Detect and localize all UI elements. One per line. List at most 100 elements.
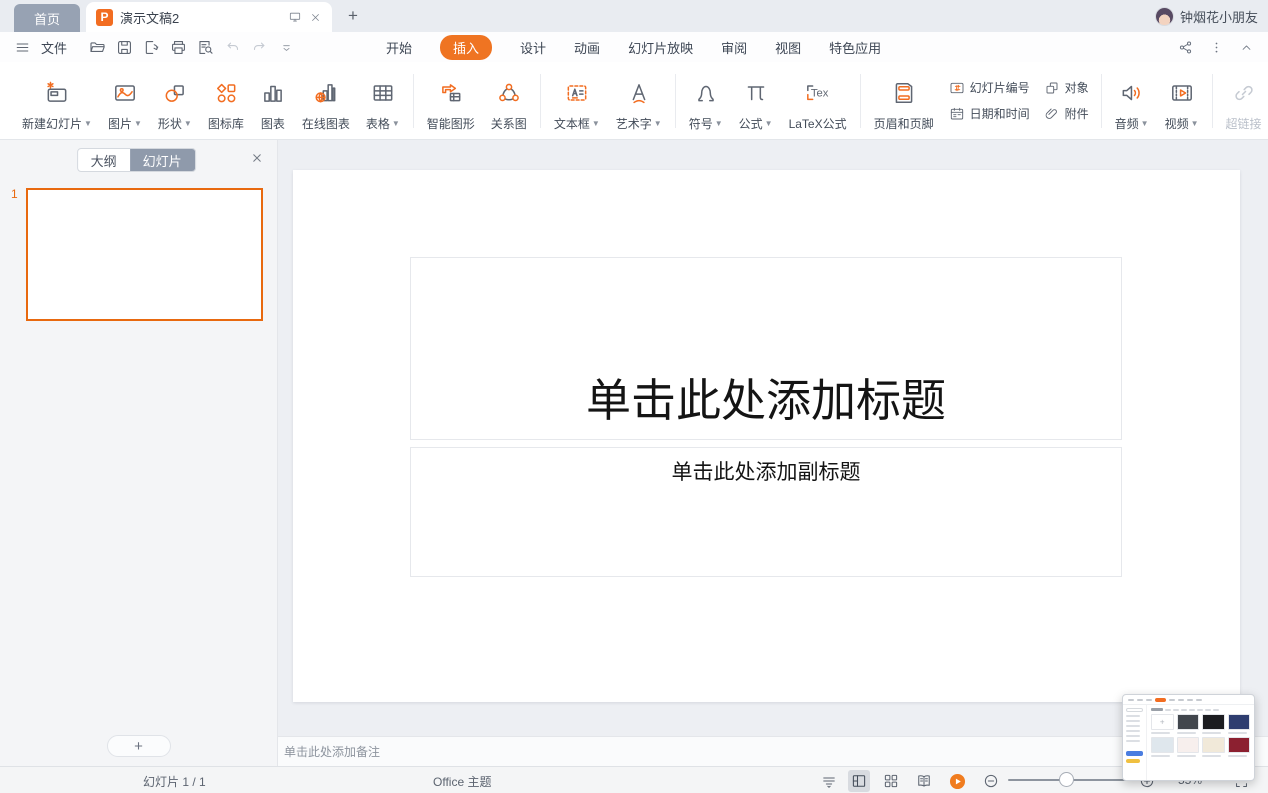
reading-view-icon[interactable]	[913, 770, 935, 792]
latex-formula-button[interactable]: Tex LaTeX公式	[781, 70, 855, 132]
open-icon[interactable]	[87, 37, 107, 57]
play-slideshow-icon[interactable]	[946, 770, 968, 792]
header-footer-label: 页眉和页脚	[874, 115, 934, 132]
new-slide-label: 新建幻灯片	[22, 115, 82, 132]
document-tab[interactable]: P 演示文稿2	[86, 2, 332, 32]
outline-tab[interactable]: 大纲	[78, 149, 130, 171]
template-card	[1177, 714, 1200, 734]
date-time-label: 日期和时间	[970, 105, 1030, 122]
notes-toggle-icon[interactable]	[818, 770, 840, 792]
tab-special-apps[interactable]: 特色应用	[829, 38, 881, 57]
tab-slideshow[interactable]: 幻灯片放映	[628, 38, 693, 57]
slide-sorter-view-icon[interactable]	[880, 770, 902, 792]
shapes-label: 形状	[158, 115, 182, 132]
save-icon[interactable]	[114, 37, 134, 57]
enter-workspace-icon[interactable]	[288, 10, 302, 24]
date-time-button[interactable]: 日期和时间	[949, 105, 1030, 122]
attachment-button[interactable]: 附件	[1044, 105, 1089, 122]
symbol-omega-icon	[693, 78, 719, 108]
ribbon-divider	[540, 74, 541, 128]
audio-label: 音频	[1115, 115, 1139, 132]
slide-number-label: 幻灯片编号	[970, 79, 1030, 96]
preview-secondary-button	[1126, 759, 1140, 763]
ribbon-divider	[675, 74, 676, 128]
new-slide-button[interactable]: 新建幻灯片▼	[14, 70, 100, 132]
undo-icon[interactable]	[222, 37, 242, 57]
chart-icon	[260, 78, 286, 108]
title-placeholder[interactable]: 单击此处添加标题	[410, 257, 1122, 440]
table-button[interactable]: 表格▼	[358, 70, 408, 132]
tab-review[interactable]: 审阅	[721, 38, 747, 57]
word-art-label: 艺术字	[616, 115, 652, 132]
preview-tab-bar	[1123, 695, 1254, 705]
theme-name[interactable]: Office 主题	[433, 773, 491, 790]
tab-design[interactable]: 设计	[520, 38, 546, 57]
user-avatar	[1155, 7, 1174, 26]
user-account[interactable]: 钟烟花小朋友	[1155, 0, 1258, 32]
hyperlink-label: 超链接	[1226, 115, 1262, 132]
preview-primary-button	[1126, 751, 1143, 756]
global-menu-icon[interactable]	[14, 39, 31, 56]
tab-view[interactable]: 视图	[775, 38, 801, 57]
slide-thumbnail[interactable]	[26, 188, 263, 321]
text-box-button[interactable]: 文本框▼	[546, 70, 608, 132]
share-icon[interactable]	[1177, 39, 1194, 56]
customize-quickbar-icon[interactable]	[276, 37, 296, 57]
redo-icon[interactable]	[249, 37, 269, 57]
zoom-slider-handle[interactable]	[1059, 772, 1074, 787]
close-tab-icon[interactable]	[309, 11, 322, 24]
icon-library-button[interactable]: 图标库	[200, 70, 252, 132]
online-chart-button[interactable]: 在线图表	[294, 70, 358, 132]
dropdown-caret: ▼	[392, 119, 400, 128]
chart-button[interactable]: 图表	[252, 70, 294, 132]
add-slide-button[interactable]: +	[107, 735, 171, 757]
new-tab-button[interactable]: +	[342, 4, 364, 28]
tab-start[interactable]: 开始	[386, 38, 412, 57]
ribbon-divider	[1101, 74, 1102, 128]
tab-insert[interactable]: 插入	[440, 35, 492, 60]
notes-input[interactable]: 单击此处添加备注	[278, 736, 1268, 766]
more-options-icon[interactable]	[1209, 40, 1224, 55]
shapes-icon	[162, 78, 188, 108]
slide-canvas[interactable]: 单击此处添加标题 单击此处添加副标题	[293, 170, 1240, 702]
subtitle-placeholder[interactable]: 单击此处添加副标题	[410, 447, 1122, 577]
dropdown-caret: ▼	[765, 119, 773, 128]
dropdown-caret: ▼	[654, 119, 662, 128]
table-icon	[370, 78, 396, 108]
close-panel-icon[interactable]	[249, 150, 265, 166]
panel-view-tabs: 大纲 幻灯片	[77, 148, 196, 172]
template-card	[1202, 737, 1225, 757]
ribbon-toolbar: 新建幻灯片▼ 图片▼ 形状▼ 图标库 图表	[0, 62, 1268, 140]
ribbon-small-group: 幻灯片编号 日期和时间	[942, 70, 1037, 132]
audio-button[interactable]: 音频▼	[1107, 70, 1157, 132]
picture-button[interactable]: 图片▼	[100, 70, 150, 132]
print-preview-icon[interactable]	[195, 37, 215, 57]
shapes-button[interactable]: 形状▼	[150, 70, 200, 132]
preview-body: +	[1123, 705, 1254, 781]
floating-preview-window[interactable]: +	[1122, 694, 1255, 781]
preview-template-grid: +	[1147, 705, 1254, 781]
header-footer-button[interactable]: 页眉和页脚	[866, 70, 942, 132]
word-art-button[interactable]: 艺术字▼	[608, 70, 670, 132]
dropdown-caret: ▼	[592, 119, 600, 128]
symbol-label: 符号	[689, 115, 713, 132]
smart-graphics-button[interactable]: 智能图形	[419, 70, 483, 132]
home-tab[interactable]: 首页	[14, 4, 80, 32]
slide-number-button[interactable]: 幻灯片编号	[949, 79, 1030, 96]
zoom-out-icon[interactable]	[980, 770, 1002, 792]
tab-animation[interactable]: 动画	[574, 38, 600, 57]
print-icon[interactable]	[168, 37, 188, 57]
relation-diagram-button[interactable]: 关系图	[483, 70, 535, 132]
online-chart-label: 在线图表	[302, 115, 350, 132]
audio-icon	[1119, 78, 1145, 108]
normal-view-icon[interactable]	[848, 770, 870, 792]
formula-button[interactable]: 公式▼	[731, 70, 781, 132]
slides-tab[interactable]: 幻灯片	[130, 149, 195, 171]
symbol-button[interactable]: 符号▼	[681, 70, 731, 132]
collapse-ribbon-icon[interactable]	[1239, 40, 1254, 55]
file-menu[interactable]: 文件	[41, 38, 67, 57]
video-button[interactable]: 视频▼	[1157, 70, 1207, 132]
output-icon[interactable]	[141, 37, 161, 57]
ribbon-divider	[1212, 74, 1213, 128]
object-button[interactable]: 对象	[1044, 79, 1089, 96]
